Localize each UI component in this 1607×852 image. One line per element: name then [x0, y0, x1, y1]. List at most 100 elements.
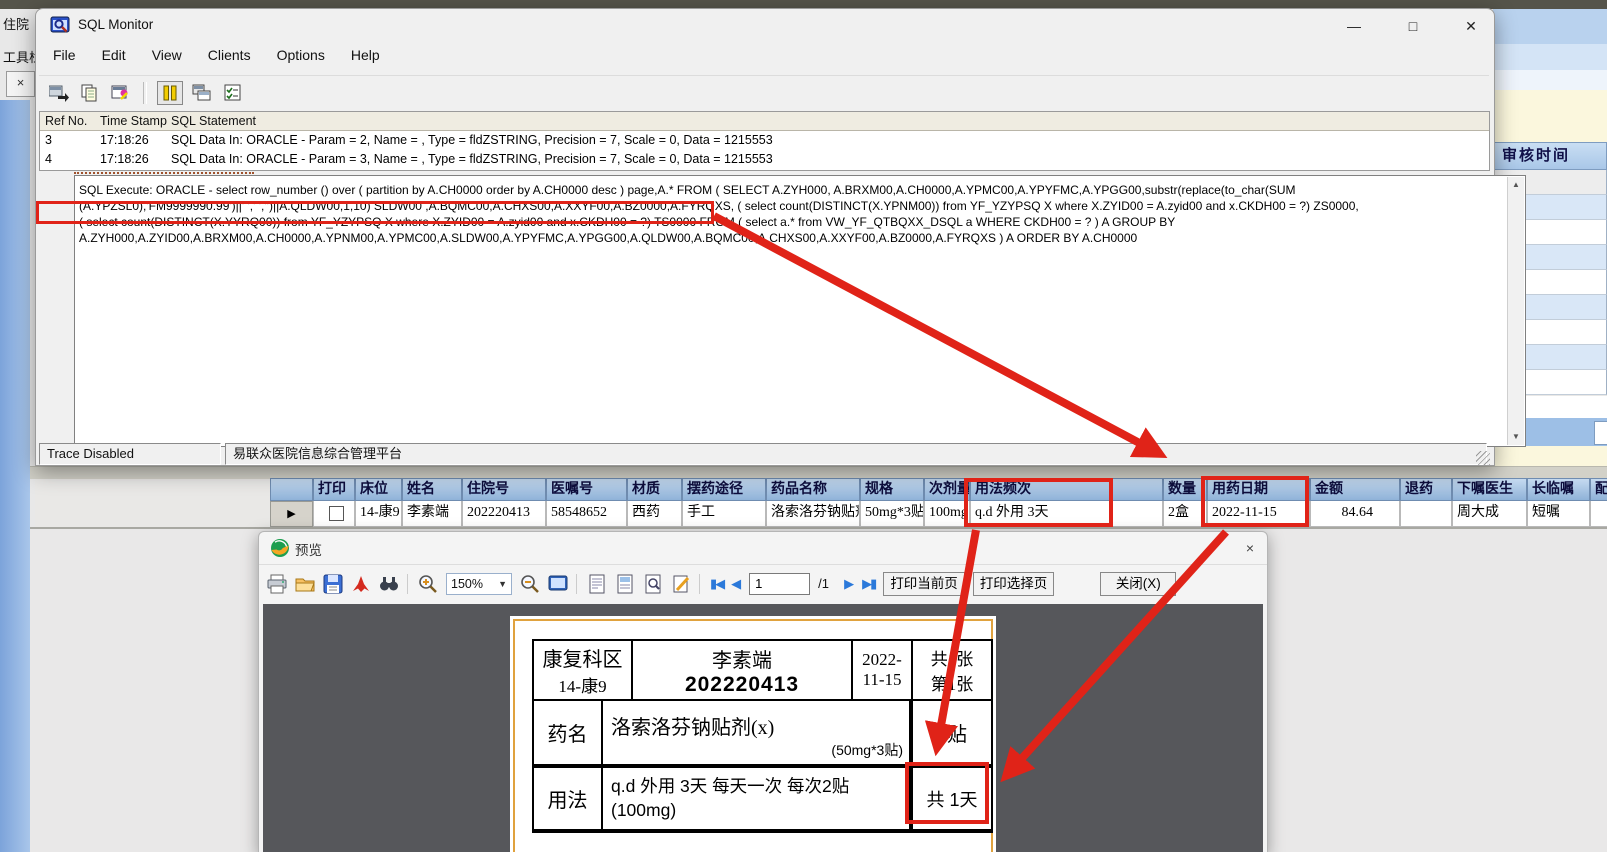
open-folder-icon[interactable]	[295, 574, 315, 594]
orders-header-11[interactable]: 用法频次	[970, 478, 1163, 501]
orders-cell-7: 手工	[682, 501, 766, 527]
close-preview-button[interactable]: 关闭(X)	[1100, 571, 1177, 596]
orders-cell-1[interactable]	[313, 501, 355, 527]
page-text-icon[interactable]	[587, 574, 607, 594]
minimize-icon: —	[1347, 18, 1361, 34]
zoom-level-select[interactable]: 150% ▼	[446, 572, 512, 595]
background-grid-band	[1493, 9, 1607, 44]
pdf-export-icon[interactable]	[351, 574, 371, 594]
orders-cell-11: q.d 外用 3天	[970, 501, 1163, 527]
checklist-icon[interactable]	[221, 82, 245, 104]
sql-statement-textarea[interactable]: SQL Execute: ORACLE - select row_number …	[74, 175, 1526, 447]
sql-monitor-app-icon	[50, 16, 70, 33]
orders-header-8[interactable]: 药品名称	[766, 478, 860, 501]
orders-header-17[interactable]: 长临嘱	[1527, 478, 1590, 501]
orders-header-9[interactable]: 规格	[860, 478, 924, 501]
label-drug-row-header: 药名	[534, 701, 601, 764]
toolbar-separator	[576, 573, 579, 594]
label-bed: 14-康9	[558, 677, 607, 696]
menu-clients[interactable]: Clients	[197, 45, 262, 69]
label-patient-cell: 李素端 202220413	[633, 641, 851, 699]
print-checkbox[interactable]	[328, 506, 344, 521]
orders-header-14[interactable]: 金额	[1310, 478, 1400, 501]
menu-view[interactable]: View	[141, 45, 193, 69]
orders-cell-10: 100mg	[924, 501, 970, 527]
orders-cell-16: 周大成	[1452, 501, 1527, 527]
orders-cell-6: 西药	[627, 501, 682, 527]
spell-underline-decoration	[74, 169, 254, 174]
trace-ref: 4	[45, 152, 52, 166]
orders-header-18[interactable]: 配	[1590, 478, 1607, 501]
zoom-in-icon[interactable]	[418, 574, 438, 594]
print-current-page-button[interactable]: 打印当前页	[883, 571, 965, 596]
edit-options-icon[interactable]	[109, 82, 133, 104]
orders-header-16[interactable]: 下嘱医生	[1452, 478, 1527, 501]
screen: 住院 工具栏 × 审核时间 ▶ 打印床位14-康9姓名李素端住院号2022204…	[0, 0, 1607, 852]
page-edit-icon[interactable]	[671, 574, 691, 594]
menu-options[interactable]: Options	[266, 45, 336, 69]
orders-header-10[interactable]: 次剂量	[924, 478, 970, 501]
col-ref-no[interactable]: Ref No.	[45, 114, 87, 128]
vertical-scrollbar[interactable]: ▲ ▼	[1507, 177, 1524, 445]
page-number-input[interactable]	[749, 572, 811, 595]
copy-icon[interactable]	[78, 82, 102, 104]
resize-grip[interactable]	[1476, 451, 1490, 465]
page-magnify-icon[interactable]	[643, 574, 663, 594]
menu-file[interactable]: File	[42, 45, 87, 69]
scroll-down-icon[interactable]: ▼	[1508, 429, 1524, 445]
maximize-button[interactable]: □	[1398, 17, 1428, 37]
panel-close-button[interactable]: ×	[6, 71, 35, 97]
orders-cell-8: 洛索洛芬钠贴剂	[766, 501, 860, 527]
label-usage-line1: q.d 外用 3天 每天一次 每次2贴	[611, 776, 850, 796]
export-window-icon[interactable]	[47, 82, 71, 104]
save-icon[interactable]	[323, 574, 343, 594]
orders-cell-13: 2022-11-15	[1207, 501, 1310, 527]
preview-window-title: 预览	[295, 543, 322, 558]
orders-header-2[interactable]: 床位	[355, 478, 402, 501]
orders-header-5[interactable]: 医嘱号	[546, 478, 627, 501]
col-sql-statement[interactable]: SQL Statement	[171, 114, 256, 128]
label-date-1: 2022-	[862, 650, 902, 669]
trace-row[interactable]: 3 17:18:26 SQL Data In: ORACLE - Param =…	[40, 131, 1489, 150]
orders-header-13[interactable]: 用药日期	[1207, 478, 1310, 501]
orders-cell-14: 84.64	[1310, 501, 1400, 527]
page-layout-icon[interactable]	[615, 574, 635, 594]
cascade-windows-icon[interactable]	[190, 82, 214, 104]
last-page-icon[interactable]: ▶▮	[862, 574, 877, 594]
orders-cell-17: 短嘱	[1527, 501, 1590, 527]
menu-help[interactable]: Help	[340, 45, 391, 69]
orders-header-6[interactable]: 材质	[627, 478, 682, 501]
next-page-icon[interactable]: ▶	[844, 574, 854, 594]
orders-header-12[interactable]: 数量	[1163, 478, 1207, 501]
toolbar-separator	[699, 573, 702, 594]
trace-statement: SQL Data In: ORACLE - Param = 2, Name = …	[171, 133, 773, 147]
status-bar: Trace Disabled 易联众医院信息综合管理平台	[39, 443, 1490, 465]
col-time-stamp[interactable]: Time Stamp	[100, 114, 167, 128]
first-page-icon[interactable]: ▮◀	[710, 574, 725, 594]
orders-cell-18	[1590, 501, 1607, 527]
orders-header-7[interactable]: 摆药途径	[682, 478, 766, 501]
orders-cell-2: 14-康9	[355, 501, 402, 527]
preview-close-button[interactable]: ×	[1239, 538, 1261, 558]
minimize-button[interactable]: —	[1339, 17, 1369, 37]
zoom-out-icon[interactable]	[520, 574, 540, 594]
sql-line-3-boxed: ( select count(DISTINCT(X.YYRQ00)) from …	[79, 215, 697, 229]
orders-header-4[interactable]: 住院号	[462, 478, 546, 501]
orders-header-3[interactable]: 姓名	[402, 478, 462, 501]
pause-trace-icon[interactable]	[157, 80, 183, 105]
label-usage-line2: (100mg)	[611, 800, 677, 820]
close-button[interactable]: ✕	[1456, 17, 1486, 37]
print-icon[interactable]	[267, 574, 287, 594]
trace-row[interactable]: 4 17:18:26 SQL Data In: ORACLE - Param =…	[40, 150, 1489, 169]
fit-screen-icon[interactable]	[548, 574, 568, 594]
orders-header-1[interactable]: 打印	[313, 478, 355, 501]
previous-page-icon[interactable]: ◀	[731, 574, 741, 594]
page-total-label: /1	[818, 576, 829, 591]
menu-edit[interactable]: Edit	[91, 45, 137, 69]
find-binoculars-icon[interactable]	[379, 574, 399, 594]
print-selected-pages-button[interactable]: 打印选择页	[972, 571, 1055, 596]
scroll-up-icon[interactable]: ▲	[1508, 177, 1524, 193]
orders-header-15[interactable]: 退药	[1400, 478, 1452, 501]
sql-monitor-titlebar[interactable]: SQL Monitor — □ ✕	[36, 9, 1494, 41]
close-icon: ✕	[1465, 18, 1477, 34]
